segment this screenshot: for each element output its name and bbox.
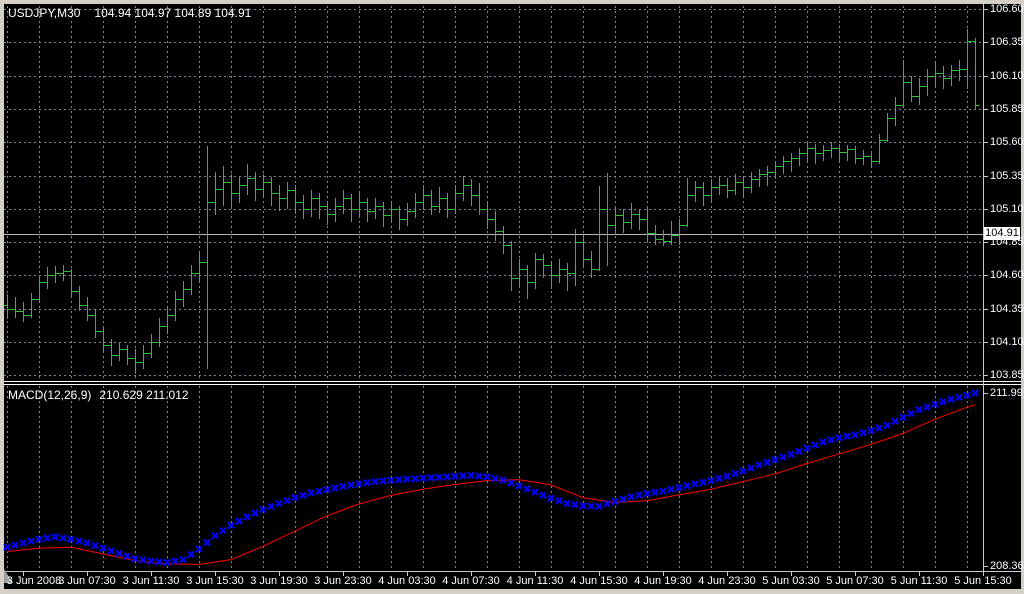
price-axis-label: 104.85 [990, 236, 1024, 248]
time-axis-label: 4 Jun 03:30 [378, 575, 436, 587]
macd-values: 210.629 211.012 [99, 388, 189, 402]
chart-canvas[interactable] [0, 0, 1024, 594]
time-axis-label: 5 Jun 11:30 [890, 575, 948, 587]
time-axis-label: 3 Jun 23:30 [314, 575, 372, 587]
time-axis-label: 3 Jun 07:30 [58, 575, 116, 587]
time-axis-label: 5 Jun 15:30 [954, 575, 1012, 587]
time-axis-label: 4 Jun 07:30 [442, 575, 500, 587]
price-axis-label: 105.10 [990, 203, 1024, 215]
macd-name: MACD(12,26,9) [8, 388, 92, 402]
time-axis-label: 4 Jun 15:30 [570, 575, 628, 587]
macd-axis-min-label: 208.366 [990, 560, 1024, 572]
time-axis-label: 5 Jun 07:30 [826, 575, 884, 587]
macd-axis-max-label: 211.997 [990, 387, 1024, 399]
price-axis-label: 106.35 [990, 36, 1024, 48]
time-axis-label: 4 Jun 11:30 [506, 575, 564, 587]
time-axis-label: 3 Jun 15:30 [186, 575, 244, 587]
ohlc-values: 104.94 104.97 104.89 104.91 [94, 6, 252, 20]
price-axis-label: 104.10 [990, 336, 1024, 348]
chart-title: USDJPY,M30 104.94 104.97 104.89 104.91 [8, 6, 251, 20]
symbol-period-label: USDJPY,M30 [8, 6, 81, 20]
time-axis-label: 5 Jun 03:30 [762, 575, 820, 587]
price-axis-label: 103.85 [990, 369, 1024, 381]
price-axis-label: 105.35 [990, 170, 1024, 182]
price-axis-label: 106.10 [990, 70, 1024, 82]
time-axis-label: 3 Jun 11:30 [122, 575, 180, 587]
time-axis-label: 4 Jun 19:30 [634, 575, 692, 587]
price-axis-label: 105.85 [990, 103, 1024, 115]
time-axis-label: 3 Jun 19:30 [250, 575, 308, 587]
price-axis-label: 104.35 [990, 303, 1024, 315]
price-axis-label: 106.60 [990, 3, 1024, 15]
time-axis-label: 4 Jun 23:30 [698, 575, 756, 587]
price-axis-label: 105.60 [990, 136, 1024, 148]
macd-indicator-label: MACD(12,26,9) 210.629 211.012 [8, 388, 189, 402]
time-axis-label: 3 Jun 2008 [6, 575, 62, 587]
chart-window: USDJPY,M30 104.94 104.97 104.89 104.91 MA… [0, 0, 1024, 594]
price-axis-label: 104.60 [990, 269, 1024, 281]
